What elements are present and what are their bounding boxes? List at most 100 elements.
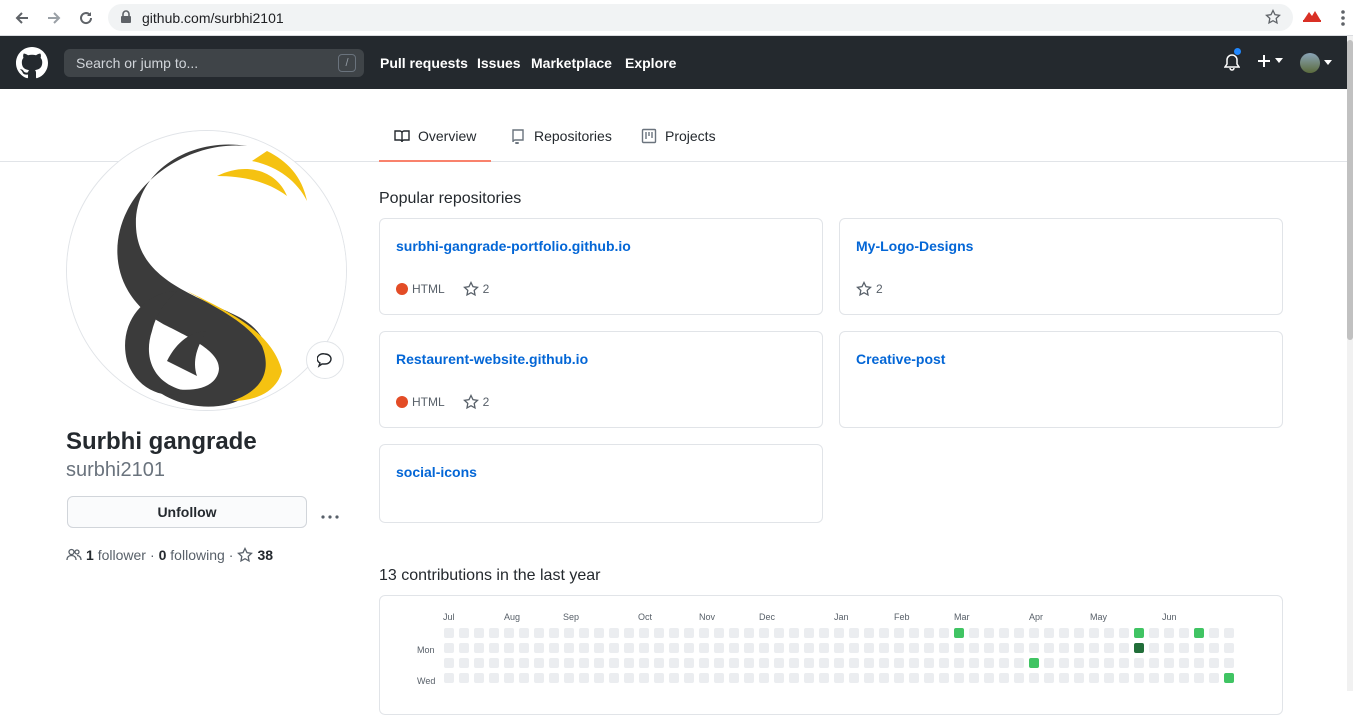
- contribution-day-cell[interactable]: [1119, 643, 1129, 653]
- contribution-day-cell[interactable]: [1074, 658, 1084, 668]
- contribution-day-cell[interactable]: [1149, 673, 1159, 683]
- contribution-day-cell[interactable]: [849, 658, 859, 668]
- contribution-day-cell[interactable]: [1119, 673, 1129, 683]
- contribution-day-cell[interactable]: [609, 673, 619, 683]
- contribution-day-cell[interactable]: [594, 658, 604, 668]
- contribution-day-cell[interactable]: [894, 643, 904, 653]
- contribution-day-cell[interactable]: [1029, 673, 1039, 683]
- contribution-day-cell[interactable]: [819, 628, 829, 638]
- contribution-day-cell[interactable]: [684, 643, 694, 653]
- user-menu[interactable]: [1300, 53, 1332, 73]
- contribution-day-cell[interactable]: [774, 628, 784, 638]
- contribution-day-cell[interactable]: [939, 673, 949, 683]
- search-input[interactable]: Search or jump to... /: [64, 49, 364, 77]
- contribution-day-cell[interactable]: [879, 658, 889, 668]
- contribution-day-cell[interactable]: [1179, 673, 1189, 683]
- contribution-day-cell[interactable]: [1179, 628, 1189, 638]
- contribution-day-cell[interactable]: [579, 673, 589, 683]
- contribution-day-cell[interactable]: [1134, 628, 1144, 638]
- contribution-day-cell[interactable]: [654, 658, 664, 668]
- contribution-day-cell[interactable]: [1164, 643, 1174, 653]
- contribution-day-cell[interactable]: [519, 628, 529, 638]
- contribution-day-cell[interactable]: [744, 643, 754, 653]
- contribution-day-cell[interactable]: [654, 643, 664, 653]
- contribution-day-cell[interactable]: [504, 628, 514, 638]
- notifications-button[interactable]: [1223, 47, 1242, 76]
- contribution-day-cell[interactable]: [444, 628, 454, 638]
- contribution-day-cell[interactable]: [1224, 673, 1234, 683]
- contribution-day-cell[interactable]: [1134, 643, 1144, 653]
- contribution-day-cell[interactable]: [489, 643, 499, 653]
- contribution-day-cell[interactable]: [984, 628, 994, 638]
- contribution-day-cell[interactable]: [549, 673, 559, 683]
- contribution-day-cell[interactable]: [909, 673, 919, 683]
- contribution-day-cell[interactable]: [969, 628, 979, 638]
- contribution-day-cell[interactable]: [714, 643, 724, 653]
- contribution-day-cell[interactable]: [954, 673, 964, 683]
- contribution-day-cell[interactable]: [489, 628, 499, 638]
- contribution-day-cell[interactable]: [789, 643, 799, 653]
- contribution-day-cell[interactable]: [849, 643, 859, 653]
- contribution-day-cell[interactable]: [864, 643, 874, 653]
- contribution-day-cell[interactable]: [444, 673, 454, 683]
- contribution-day-cell[interactable]: [609, 658, 619, 668]
- contribution-day-cell[interactable]: [534, 628, 544, 638]
- nav-issues[interactable]: Issues: [477, 55, 521, 71]
- contribution-day-cell[interactable]: [1059, 673, 1069, 683]
- contribution-day-cell[interactable]: [444, 658, 454, 668]
- contribution-day-cell[interactable]: [594, 673, 604, 683]
- contribution-day-cell[interactable]: [1089, 658, 1099, 668]
- contribution-day-cell[interactable]: [1044, 643, 1054, 653]
- contribution-day-cell[interactable]: [804, 658, 814, 668]
- contribution-day-cell[interactable]: [1074, 643, 1084, 653]
- contribution-day-cell[interactable]: [879, 628, 889, 638]
- contribution-day-cell[interactable]: [519, 673, 529, 683]
- contribution-day-cell[interactable]: [804, 643, 814, 653]
- contribution-day-cell[interactable]: [1074, 628, 1084, 638]
- contribution-day-cell[interactable]: [639, 643, 649, 653]
- contribution-day-cell[interactable]: [1209, 643, 1219, 653]
- back-button[interactable]: [10, 6, 34, 30]
- contribution-day-cell[interactable]: [1014, 658, 1024, 668]
- contribution-day-cell[interactable]: [1179, 643, 1189, 653]
- contribution-day-cell[interactable]: [1044, 658, 1054, 668]
- contribution-day-cell[interactable]: [984, 643, 994, 653]
- contribution-day-cell[interactable]: [1059, 628, 1069, 638]
- contribution-day-cell[interactable]: [564, 643, 574, 653]
- contribution-day-cell[interactable]: [1194, 658, 1204, 668]
- contribution-day-cell[interactable]: [474, 673, 484, 683]
- contribution-day-cell[interactable]: [939, 643, 949, 653]
- contribution-day-cell[interactable]: [459, 673, 469, 683]
- contribution-day-cell[interactable]: [519, 643, 529, 653]
- nav-marketplace[interactable]: Marketplace: [531, 55, 612, 71]
- contribution-day-cell[interactable]: [1164, 658, 1174, 668]
- contribution-day-cell[interactable]: [834, 658, 844, 668]
- avatar[interactable]: [66, 130, 347, 411]
- reload-button[interactable]: [74, 6, 98, 30]
- contribution-day-cell[interactable]: [504, 658, 514, 668]
- contribution-day-cell[interactable]: [549, 628, 559, 638]
- contribution-day-cell[interactable]: [999, 673, 1009, 683]
- contribution-day-cell[interactable]: [699, 628, 709, 638]
- contribution-day-cell[interactable]: [474, 628, 484, 638]
- contribution-day-cell[interactable]: [594, 643, 604, 653]
- contribution-day-cell[interactable]: [504, 643, 514, 653]
- contribution-day-cell[interactable]: [864, 673, 874, 683]
- contribution-day-cell[interactable]: [564, 673, 574, 683]
- contribution-day-cell[interactable]: [1104, 658, 1114, 668]
- contribution-day-cell[interactable]: [939, 628, 949, 638]
- contribution-day-cell[interactable]: [1059, 643, 1069, 653]
- contribution-day-cell[interactable]: [1224, 628, 1234, 638]
- contribution-day-cell[interactable]: [999, 643, 1009, 653]
- contribution-day-cell[interactable]: [744, 673, 754, 683]
- contribution-day-cell[interactable]: [519, 658, 529, 668]
- forward-button[interactable]: [42, 6, 66, 30]
- contribution-day-cell[interactable]: [624, 643, 634, 653]
- contribution-day-cell[interactable]: [864, 628, 874, 638]
- repo-link[interactable]: social-icons: [396, 464, 477, 480]
- contribution-day-cell[interactable]: [579, 628, 589, 638]
- contribution-day-cell[interactable]: [564, 628, 574, 638]
- contribution-day-cell[interactable]: [879, 643, 889, 653]
- contribution-day-cell[interactable]: [669, 658, 679, 668]
- tab-projects[interactable]: Projects: [641, 128, 716, 162]
